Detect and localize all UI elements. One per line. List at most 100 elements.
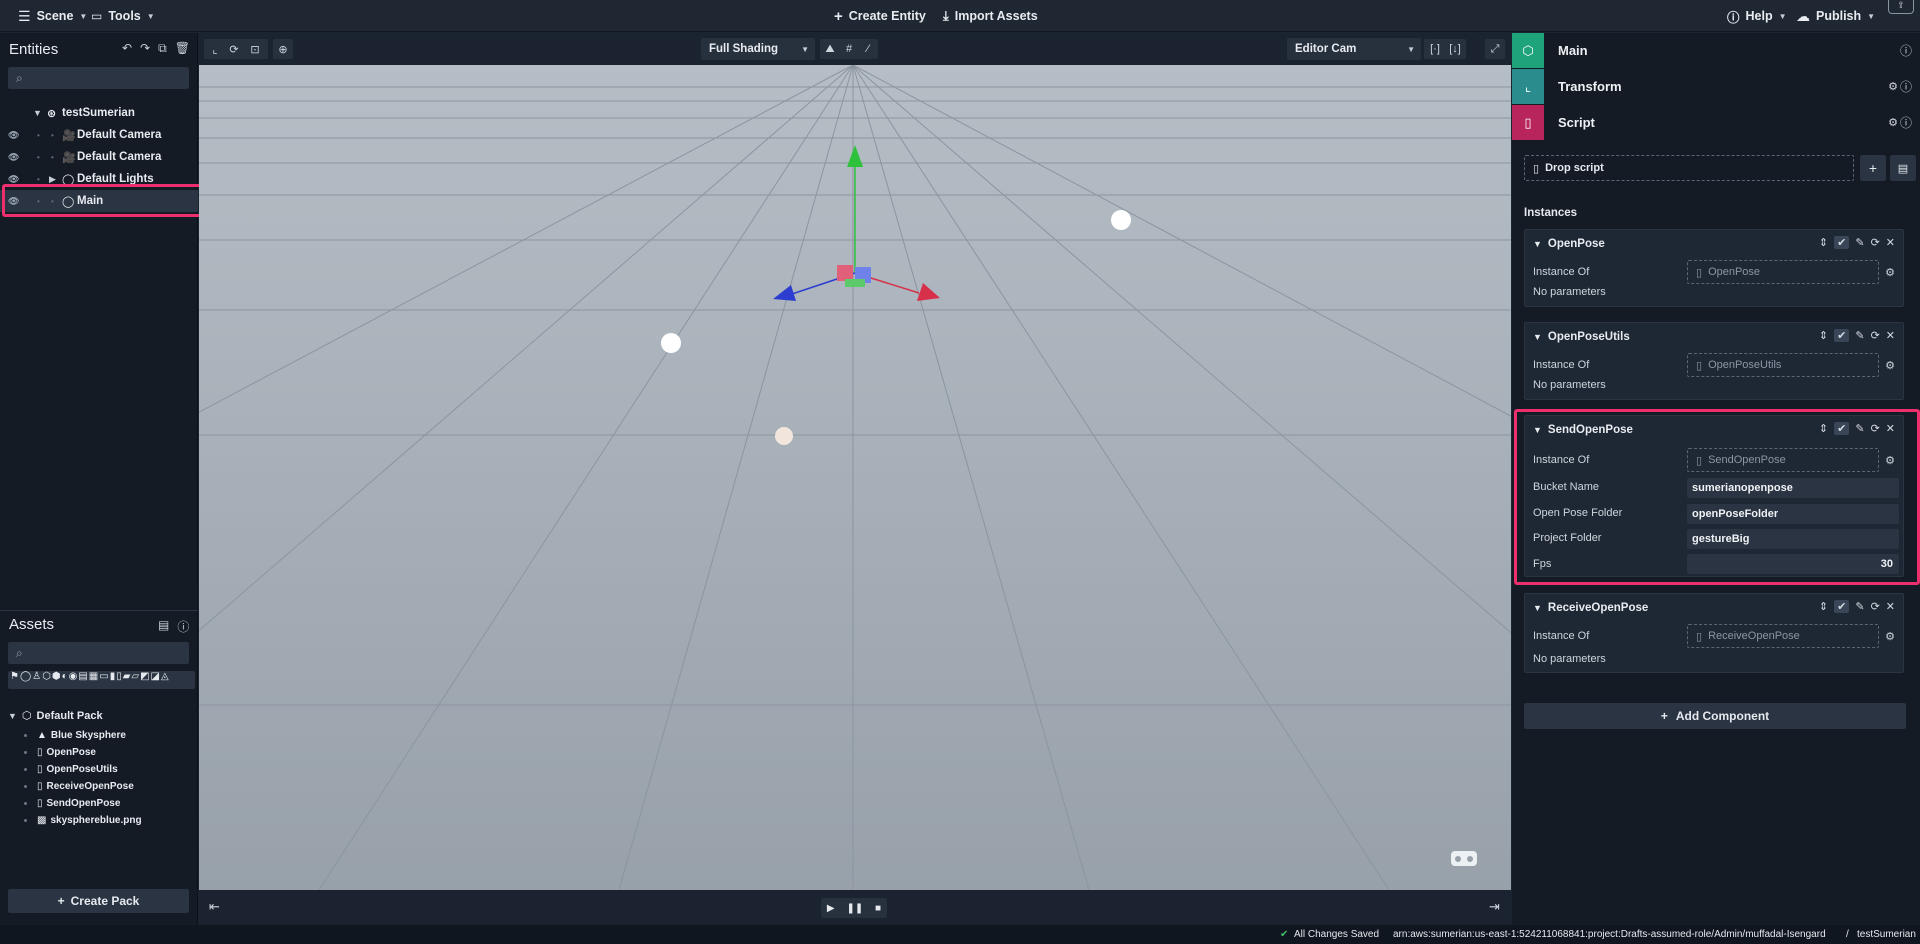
add-script-button[interactable]: + [1860,155,1886,181]
entity-row-default-camera-1[interactable]: 👁 • • 🎥 Default Camera [0,124,198,146]
create-pack-button[interactable]: + Create Pack [8,889,189,913]
asset-item[interactable]: ▯ OpenPose [24,744,96,761]
instance-of-field[interactable]: ▯ OpenPoseUtils [1687,353,1879,377]
camera-icon: 🎥 [62,129,76,142]
camera-select[interactable]: Editor Cam ▼ [1287,38,1421,60]
entity-row-default-camera-2[interactable]: 👁 • • 🎥 Default Camera [0,146,198,168]
close-icon[interactable]: ✕ [1886,329,1895,342]
asset-type-filter-bar[interactable]: ⚑◯♙⬡⬢◐◉▤▦▭▮▯▰▱◩◪◬ [8,671,195,689]
gear-icon[interactable]: ⚙ [1888,80,1898,93]
stop-icon[interactable]: ■ [875,903,881,914]
gear-icon[interactable]: ⚙ [1885,266,1895,279]
tools-menu[interactable]: ▭ Tools ▼ [91,0,155,32]
gear-icon[interactable]: ⚙ [1885,630,1895,643]
create-entity-button[interactable]: + Create Entity [834,0,926,32]
pause-icon[interactable]: ❚❚ [846,903,863,914]
enabled-checkbox[interactable]: ✔ [1834,236,1850,249]
script-folder-button[interactable]: ▤ [1890,155,1916,181]
help-icon[interactable]: ⓘ [1900,114,1912,131]
help-menu[interactable]: ⓘ Help ▼ [1727,0,1787,32]
eye-icon[interactable]: 👁 [8,174,19,185]
instance-header[interactable]: ▼ OpenPose [1533,238,1605,250]
reorder-icon[interactable]: ⇕ [1819,236,1828,249]
gear-icon[interactable]: ⚙ [1888,116,1898,129]
asset-item[interactable]: ▲ Blue Skysphere [24,727,126,744]
edit-icon[interactable]: ✎ [1855,600,1864,613]
shading-select[interactable]: Full Shading ▼ [701,38,815,60]
entities-title: Entities [9,41,59,58]
plus-icon: + [834,7,843,25]
scene-light-point[interactable] [661,333,681,353]
collapse-right-icon[interactable]: ⇥ [1489,899,1500,915]
asset-item[interactable]: ▯ SendOpenPose [24,795,120,812]
publish-menu[interactable]: ☁ Publish ▼ [1796,0,1875,32]
chevron-down-icon[interactable]: ▼ [1533,332,1542,342]
scene-light-point[interactable] [775,427,793,445]
chevron-down-icon[interactable]: ▼ [1533,239,1542,249]
entities-search-input[interactable]: ⌕ [8,67,189,89]
assets-search-input[interactable]: ⌕ [8,642,189,664]
delete-icon[interactable]: 🗑 [175,41,190,56]
translate-tool-icon[interactable]: ⌞ [206,39,224,59]
reorder-icon[interactable]: ⇕ [1819,600,1828,613]
close-icon[interactable]: ✕ [1886,236,1895,249]
duplicate-icon[interactable]: ⧉ [158,41,167,56]
asset-item[interactable]: ▯ OpenPoseUtils [24,761,118,778]
edit-icon[interactable]: ✎ [1855,236,1864,249]
chevron-down-icon[interactable]: ▼ [1533,603,1542,613]
frame-icon[interactable]: [↓] [1445,39,1465,59]
asset-pack-default[interactable]: ▼ ⬡ Default Pack [8,709,103,723]
refresh-icon[interactable]: ⟳ [1871,236,1880,249]
refresh-icon[interactable]: ⟳ [1871,600,1880,613]
entity-root[interactable]: ▼ ⊛ testSumerian [0,102,198,124]
component-header-transform[interactable]: ⌞ Transform ⚙ ⓘ [1512,69,1920,104]
collapse-left-icon[interactable]: ⇤ [209,899,220,915]
scale-tool-icon[interactable]: ⊡ [246,39,264,59]
close-icon[interactable]: ✕ [1886,600,1895,613]
terrain-icon[interactable]: ⛰ [821,39,839,59]
scene-light-point[interactable] [1111,210,1131,230]
undo-icon[interactable]: ↶ [122,41,132,56]
grid-icon[interactable]: # [840,39,858,59]
chevron-down-icon[interactable]: ▼ [8,711,17,721]
chevron-down-icon[interactable]: ▼ [33,108,42,118]
scene-menu[interactable]: ☰ Scene ▼ [18,0,87,32]
eye-icon[interactable]: 👁 [8,152,19,163]
focus-icon[interactable]: [·] [1425,39,1445,59]
chevron-right-icon[interactable]: ▶ [49,174,56,185]
asset-item[interactable]: ▩ skysphereblue.png [24,812,142,829]
fullscreen-icon[interactable]: ⤢ [1485,39,1505,59]
folder-icon[interactable]: ▤ [158,618,169,635]
refresh-icon[interactable]: ⟳ [1871,329,1880,342]
rotate-tool-icon[interactable]: ⟳ [225,39,243,59]
instance-of-field[interactable]: ▯ ReceiveOpenPose [1687,624,1879,648]
instance-header[interactable]: ▼ OpenPoseUtils [1533,331,1630,343]
notification-tab[interactable]: ⇪ [1888,0,1914,14]
component-header-script[interactable]: ▯ Script ⚙ ⓘ [1512,105,1920,140]
scene-viewport[interactable] [199,65,1511,890]
enabled-checkbox[interactable]: ✔ [1834,600,1850,613]
redo-icon[interactable]: ↷ [140,41,150,56]
enabled-checkbox[interactable]: ✔ [1834,329,1850,342]
gear-icon[interactable]: ⚙ [1885,359,1895,372]
playback-controls: ▶ ❚❚ ■ [821,898,887,918]
reorder-icon[interactable]: ⇕ [1819,329,1828,342]
help-icon[interactable]: ⓘ [1900,42,1912,59]
vr-headset-icon[interactable] [1451,851,1477,866]
add-component-button[interactable]: + Add Component [1524,703,1906,729]
magic-wand-icon[interactable]: ⁄ [859,39,877,59]
edit-icon[interactable]: ✎ [1855,329,1864,342]
play-icon[interactable]: ▶ [827,903,835,914]
help-icon[interactable]: ⓘ [1900,78,1912,95]
global-local-icon[interactable]: ⊕ [273,39,293,59]
entity-header-main[interactable]: ⬡ Main ⓘ [1512,33,1920,68]
instance-header[interactable]: ▼ ReceiveOpenPose [1533,602,1648,614]
eye-icon[interactable]: 👁 [8,130,19,141]
import-assets-button[interactable]: ⤓ Import Assets [943,0,1038,32]
viewport-canvas[interactable] [199,65,1511,890]
asset-item[interactable]: ▯ ReceiveOpenPose [24,778,134,795]
instance-of-field[interactable]: ▯ OpenPose [1687,260,1879,284]
check-icon: ✔ [1280,929,1289,940]
drop-script-zone[interactable]: ▯ Drop script [1524,155,1854,181]
help-icon[interactable]: ⓘ [177,618,189,635]
